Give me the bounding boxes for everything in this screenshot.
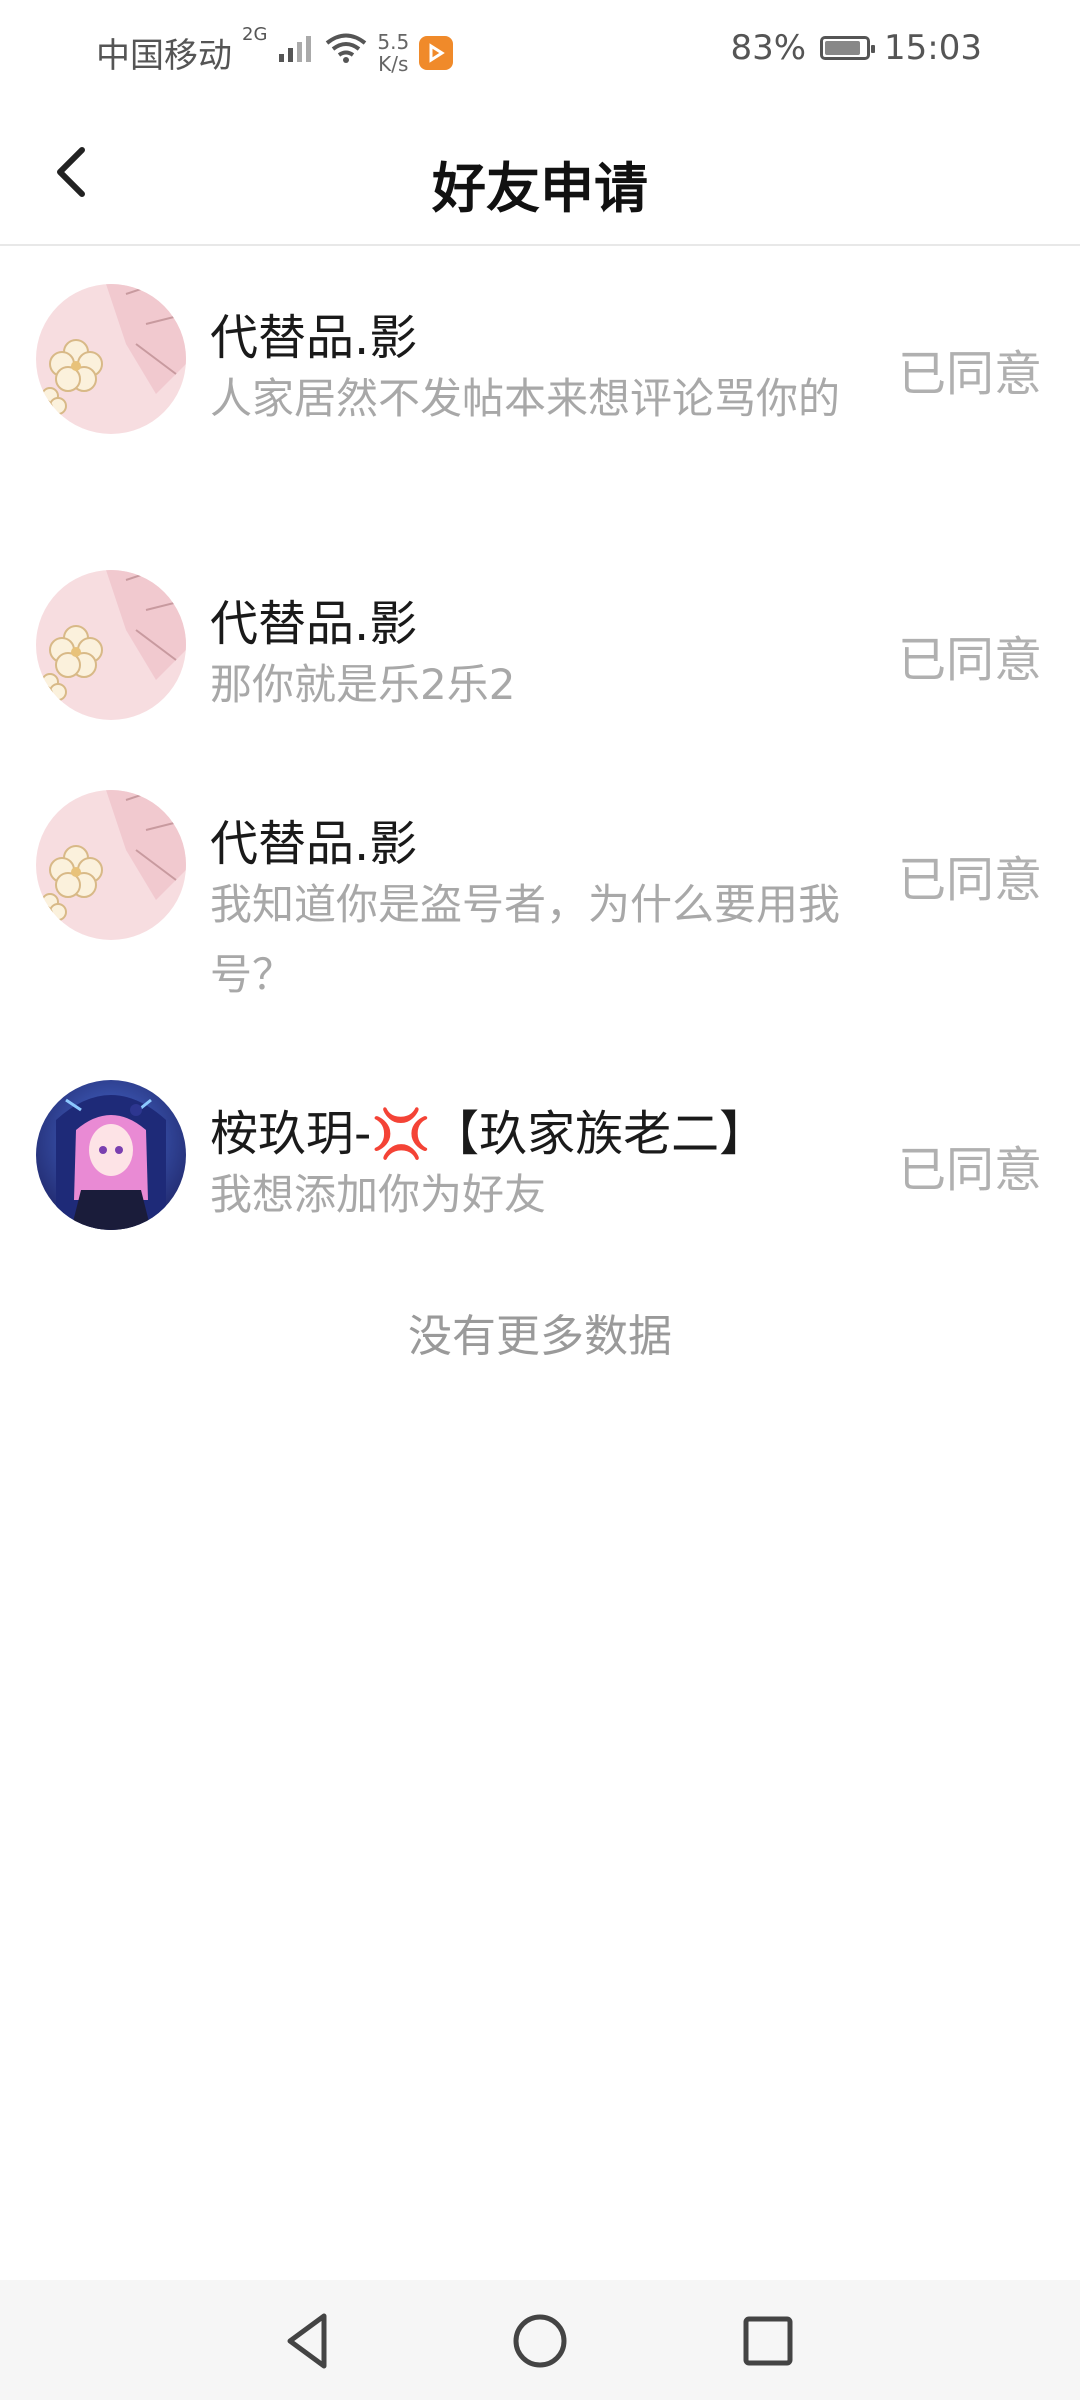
- request-message: 那你就是乐2乐2: [210, 660, 516, 709]
- pink-flower-avatar-icon: [36, 790, 186, 940]
- anger-emoji-icon: 💢: [371, 1106, 432, 1162]
- status-left: 中国移动 2G 5.5 K/s: [96, 24, 454, 77]
- page-title: 好友申请: [432, 157, 648, 220]
- back-triangle-icon: [287, 2313, 327, 2369]
- status-right: 83% 15:03: [730, 28, 982, 68]
- requester-name: 代替品.影: [210, 596, 418, 652]
- status-bar: 中国移动 2G 5.5 K/s 83% 15:03: [0, 0, 1080, 100]
- speed-unit: K/s: [378, 51, 409, 76]
- list-item[interactable]: 代替品.影 人家居然不发帖本来想评论骂你的 已同意: [0, 246, 1080, 534]
- app-notification-icon: [419, 35, 454, 70]
- avatar[interactable]: [36, 790, 186, 940]
- requester-name: 桉玖玥-💢【玖家族老二】: [210, 1094, 767, 1164]
- friend-request-list: 代替品.影 人家居然不发帖本来想评论骂你的 已同意 代替品.影 那你就是乐2乐2…: [0, 246, 1080, 1266]
- clock: 15:03: [884, 28, 982, 68]
- no-more-data-label: 没有更多数据: [408, 1311, 672, 1362]
- request-message: 我知道你是盗号者，为什么要用我号？: [210, 880, 841, 999]
- avatar[interactable]: [36, 284, 186, 434]
- requester-name-main: 桉玖玥-: [210, 1106, 372, 1162]
- header: 好友申请: [0, 100, 1080, 246]
- list-item[interactable]: 代替品.影 我知道你是盗号者，为什么要用我号？ 已同意: [0, 756, 1080, 1044]
- nav-recents-button[interactable]: [733, 2306, 803, 2376]
- pink-flower-avatar-icon: [36, 570, 186, 720]
- status-label: 已同意: [897, 1142, 1042, 1198]
- requester-name: 代替品.影: [210, 310, 418, 366]
- carrier-label: 中国移动: [96, 36, 232, 76]
- battery-percent: 83%: [730, 28, 807, 68]
- pink-flower-avatar-icon: [36, 284, 186, 434]
- recents-square-icon: [743, 2316, 793, 2366]
- status-label: 已同意: [897, 632, 1042, 688]
- network-speed: 5.5 K/s: [377, 31, 409, 75]
- status-label: 已同意: [897, 852, 1042, 908]
- wifi-icon: [325, 32, 367, 73]
- avatar[interactable]: [36, 570, 186, 720]
- anime-girl-avatar-icon: [36, 1080, 186, 1230]
- requester-name: 代替品.影: [210, 816, 418, 872]
- avatar[interactable]: [36, 1080, 186, 1230]
- battery-icon: [820, 36, 876, 60]
- nav-back-button[interactable]: [274, 2306, 344, 2376]
- network-type: 2G: [242, 24, 268, 45]
- system-nav-bar: [0, 2280, 1080, 2400]
- speed-value: 5.5: [377, 29, 410, 54]
- status-label: 已同意: [897, 346, 1042, 402]
- request-message: 人家居然不发帖本来想评论骂你的: [210, 374, 841, 423]
- requester-name-suffix: 【玖家族老二】: [431, 1106, 768, 1162]
- list-item[interactable]: 桉玖玥-💢【玖家族老二】 我想添加你为好友 已同意: [0, 1044, 1080, 1266]
- list-item[interactable]: 代替品.影 那你就是乐2乐2 已同意: [0, 534, 1080, 756]
- signal-icon: [277, 33, 315, 73]
- home-circle-icon: [513, 2314, 567, 2368]
- request-message: 我想添加你为好友: [210, 1170, 547, 1219]
- nav-home-button[interactable]: [505, 2306, 575, 2376]
